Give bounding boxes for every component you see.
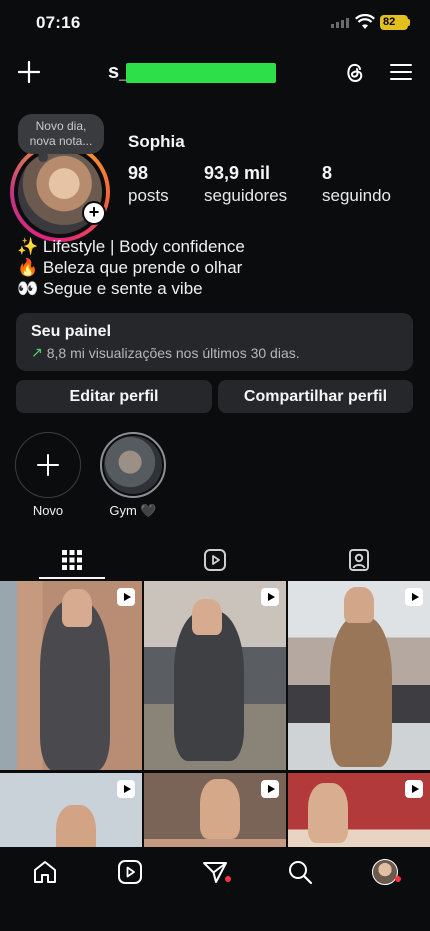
reel-badge-icon — [117, 780, 135, 798]
stat-following[interactable]: 8 seguindo — [322, 162, 391, 207]
plus-icon: + — [84, 203, 104, 223]
post-face — [344, 587, 374, 623]
highlight-gym[interactable]: Gym 🖤 — [100, 432, 166, 519]
bio-line: ✨ Lifestyle | Body confidence — [17, 237, 245, 256]
menu-button[interactable] — [387, 58, 415, 86]
grid-icon — [61, 550, 82, 570]
highlight-label: Gym 🖤 — [109, 503, 157, 518]
post-face — [200, 779, 240, 839]
share-profile-button[interactable]: Compartilhar perfil — [218, 380, 413, 413]
plus-icon — [18, 61, 40, 83]
profile-avatar[interactable] — [10, 142, 110, 242]
reel-badge-icon — [405, 588, 423, 606]
post-figure — [330, 617, 392, 767]
grid-post[interactable] — [288, 581, 430, 770]
profile-avatar — [372, 859, 398, 885]
nav-profile[interactable] — [370, 857, 400, 887]
signal-icon — [331, 18, 349, 28]
reel-badge-icon — [261, 780, 279, 798]
tagged-icon — [348, 549, 369, 571]
nav-home[interactable] — [30, 857, 60, 887]
nav-direct[interactable] — [200, 857, 230, 887]
status-time: 07:16 — [36, 13, 81, 32]
note-bubble-tail — [38, 152, 48, 162]
active-tab-indicator — [39, 577, 105, 579]
posts-grid — [0, 581, 430, 847]
profile-bio: ✨ Lifestyle | Body confidence 🔥 Beleza q… — [17, 236, 245, 299]
dashboard-subtitle: 8,8 mi visualizações nos últimos 30 dias… — [46, 344, 300, 361]
dashboard-card[interactable]: Seu painel ↗ 8,8 mi visualizações nos úl… — [16, 313, 413, 371]
grid-post[interactable] — [144, 581, 286, 770]
nav-notification-dot — [225, 876, 231, 882]
post-face — [308, 783, 348, 843]
grid-post[interactable] — [288, 773, 430, 847]
add-story-button[interactable]: + — [82, 201, 106, 225]
direct-icon — [203, 862, 227, 883]
reel-badge-icon — [261, 588, 279, 606]
profile-name: Sophia — [128, 132, 185, 151]
nav-search[interactable] — [285, 857, 315, 887]
create-button[interactable] — [15, 58, 43, 86]
post-face — [56, 805, 96, 847]
grid-post[interactable] — [0, 581, 142, 770]
nav-notification-dot — [395, 876, 401, 882]
post-face — [62, 589, 92, 627]
bottom-nav — [0, 847, 430, 931]
bio-line: 👀 Segue e sente a vibe — [17, 279, 203, 298]
post-face — [192, 599, 222, 635]
edit-profile-button[interactable]: Editar perfil — [16, 380, 212, 413]
plus-icon — [37, 454, 59, 476]
grid-post[interactable] — [0, 773, 142, 847]
reel-badge-icon — [405, 780, 423, 798]
highlight-new[interactable]: Novo — [15, 432, 81, 518]
battery-tip — [408, 19, 410, 26]
tab-posts-grid[interactable] — [0, 540, 143, 580]
battery-indicator: 82 — [380, 15, 408, 30]
home-icon — [34, 861, 56, 883]
tab-reels[interactable] — [143, 540, 286, 580]
reel-badge-icon — [117, 588, 135, 606]
threads-icon — [347, 63, 363, 83]
tab-tagged[interactable] — [287, 540, 430, 580]
hamburger-menu-icon — [390, 64, 412, 80]
dashboard-title: Seu painel — [31, 323, 112, 340]
grid-post[interactable] — [144, 773, 286, 847]
story-thumbnail — [104, 436, 162, 494]
stat-followers[interactable]: 93,9 mil seguidores — [204, 162, 287, 207]
account-switcher[interactable]: s____ldo — [108, 60, 276, 84]
stat-posts[interactable]: 98 posts — [128, 162, 169, 207]
username: s____ldo — [108, 61, 276, 84]
reels-icon — [118, 860, 142, 884]
nav-reels[interactable] — [115, 857, 145, 887]
profile-header: s____ldo — [0, 50, 430, 94]
username-redaction — [126, 62, 276, 83]
wifi-icon — [355, 14, 375, 29]
threads-button[interactable] — [341, 58, 369, 86]
highlight-label: Novo — [32, 503, 64, 518]
status-bar: 07:16 82 — [0, 0, 430, 46]
trend-up-icon: ↗ — [31, 344, 43, 360]
profile-tabs — [0, 540, 430, 580]
reels-icon — [203, 549, 226, 571]
bio-line: 🔥 Beleza que prende o olhar — [17, 258, 243, 277]
search-icon — [289, 861, 313, 885]
note-bubble[interactable]: Novo dia, nova nota... — [18, 114, 104, 154]
